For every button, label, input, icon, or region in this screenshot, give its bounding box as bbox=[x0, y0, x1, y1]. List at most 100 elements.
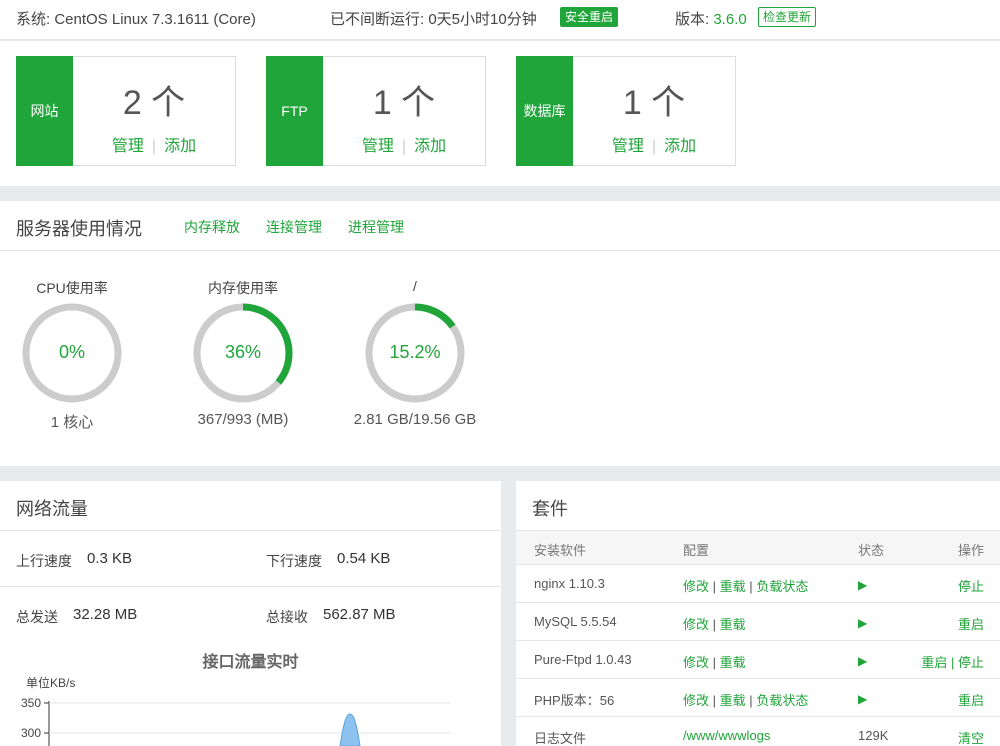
divider: | bbox=[712, 617, 717, 632]
log-path-link[interactable]: /www/wwwlogs bbox=[683, 728, 770, 743]
software-title: 套件 bbox=[532, 499, 568, 519]
load-status-link[interactable]: 负载状态 bbox=[756, 579, 808, 594]
modify-link[interactable]: 修改 bbox=[683, 617, 709, 632]
header-action: 操作 bbox=[957, 543, 984, 558]
header-status: 状态 bbox=[858, 543, 885, 558]
cpu-gauge-label: CPU使用率 bbox=[36, 280, 108, 296]
header-config: 配置 bbox=[683, 543, 710, 558]
site-manage-link[interactable]: 管理 bbox=[112, 138, 144, 155]
memory-gauge-label: 内存使用率 bbox=[208, 280, 278, 296]
total-recv-value: 562.87 MB bbox=[323, 606, 396, 623]
speed-row: 上行速度 0.3 KB 下行速度 0.54 KB bbox=[0, 531, 501, 587]
disk-gauge: / 15.2% 2.81 GB/19.56 GB bbox=[345, 278, 485, 428]
running-status-icon: ▶ bbox=[858, 692, 868, 706]
chart-tick-label: 350 bbox=[21, 696, 41, 710]
software-name: Pure-Ftpd 1.0.43 bbox=[534, 652, 632, 667]
server-usage-panel: 服务器使用情况 内存释放 连接管理 进程管理 CPU使用率 0% 1 核心 内存… bbox=[0, 201, 1000, 466]
divider: | bbox=[651, 138, 657, 155]
memory-gauge-value: 36% bbox=[224, 342, 262, 362]
table-row: PHP版本：56 修改 | 重载 | 负载状态 ▶ 重启 bbox=[516, 678, 1000, 716]
traffic-chart-title: 接口流量实时 bbox=[202, 654, 299, 671]
chart-tick-label: 300 bbox=[21, 726, 41, 740]
config-links: 修改 | 重载 | 负载状态 bbox=[683, 690, 808, 709]
memory-gauge: 内存使用率 36% 367/993 (MB) bbox=[173, 278, 313, 428]
divider: | bbox=[749, 693, 753, 708]
reload-link[interactable]: 重载 bbox=[720, 693, 746, 708]
software-name: 日志文件 bbox=[534, 731, 587, 746]
upload-speed-value: 0.3 KB bbox=[87, 550, 133, 567]
software-name: PHP版本：56 bbox=[534, 693, 615, 708]
check-update-button[interactable]: 检查更新 bbox=[758, 7, 817, 27]
config-links: 修改 | 重载 bbox=[683, 614, 746, 633]
restart-stop-links[interactable]: 重启 | 停止 bbox=[921, 652, 984, 671]
table-row: MySQL 5.5.54 修改 | 重载 ▶ 重启 bbox=[516, 602, 1000, 640]
stop-link[interactable]: 停止 bbox=[958, 576, 984, 595]
reload-link[interactable]: 重载 bbox=[720, 655, 746, 670]
memory-release-link[interactable]: 内存释放 bbox=[184, 217, 240, 237]
upload-speed-label: 上行速度 bbox=[16, 553, 72, 569]
system-info: 系统: CentOS Linux 7.3.1611 (Core) bbox=[16, 11, 256, 28]
restart-link[interactable]: 重启 bbox=[958, 690, 984, 709]
database-manage-link[interactable]: 管理 bbox=[612, 138, 644, 155]
server-usage-header: 服务器使用情况 内存释放 连接管理 进程管理 bbox=[0, 201, 1000, 251]
table-row: nginx 1.10.3 修改 | 重载 | 负载状态 ▶ 停止 bbox=[516, 564, 1000, 602]
ftp-add-link[interactable]: 添加 bbox=[414, 138, 446, 155]
chart-unit-label: 单位KB/s bbox=[26, 675, 75, 690]
software-panel: 套件 安装软件 配置 状态 操作 nginx 1.10.3 修改 | 重载 | … bbox=[516, 481, 1000, 746]
cpu-gauge-value: 0% bbox=[58, 342, 85, 362]
version-info: 版本: 3.6.0 bbox=[675, 8, 747, 29]
ftp-stat-card: FTP 1 个 管理 | 添加 bbox=[266, 56, 486, 166]
modify-link[interactable]: 修改 bbox=[683, 655, 709, 670]
software-header: 套件 bbox=[516, 481, 1000, 531]
software-name: MySQL 5.5.54 bbox=[534, 614, 617, 629]
network-panel: 网络流量 上行速度 0.3 KB 下行速度 0.54 KB 总发送 32.28 … bbox=[0, 481, 501, 746]
safe-restart-button[interactable]: 安全重启 bbox=[560, 7, 619, 27]
log-size: 129K bbox=[858, 728, 889, 743]
network-title: 网络流量 bbox=[16, 499, 88, 519]
running-status-icon: ▶ bbox=[858, 578, 868, 592]
divider: | bbox=[151, 138, 157, 155]
running-status-icon: ▶ bbox=[858, 616, 868, 630]
software-table: 安装软件 配置 状态 操作 nginx 1.10.3 修改 | 重载 | 负载状… bbox=[516, 530, 1000, 746]
version-label: 版本: bbox=[675, 11, 710, 28]
ftp-manage-link[interactable]: 管理 bbox=[362, 138, 394, 155]
database-stat-tag: 数据库 bbox=[516, 56, 573, 166]
table-row: 日志文件 /www/wwwlogs 129K 清空 bbox=[516, 716, 1000, 746]
cpu-core-count: 1 核心 bbox=[50, 414, 94, 431]
traffic-chart: 单位KB/s 350 300 bbox=[21, 675, 450, 746]
database-stat-card: 数据库 1 个 管理 | 添加 bbox=[516, 56, 736, 166]
divider: | bbox=[401, 138, 407, 155]
database-count: 1 个 bbox=[622, 84, 686, 122]
memory-usage-detail: 367/993 (MB) bbox=[197, 411, 289, 428]
table-header-row: 安装软件 配置 状态 操作 bbox=[516, 530, 1000, 564]
software-name: nginx 1.10.3 bbox=[534, 576, 605, 591]
top-bar: 系统: CentOS Linux 7.3.1611 (Core) 已不间断运行:… bbox=[0, 0, 1000, 40]
stats-panel: 网站 2 个 管理 | 添加 FTP 1 个 管理 | 添加 数据库 1 个 管理 | 添加 bbox=[0, 41, 1000, 186]
config-links: 修改 | 重载 bbox=[683, 652, 746, 671]
network-header: 网络流量 bbox=[0, 481, 501, 531]
process-manage-link[interactable]: 进程管理 bbox=[348, 217, 404, 237]
running-status-icon: ▶ bbox=[858, 654, 868, 668]
divider: | bbox=[712, 693, 717, 708]
load-status-link[interactable]: 负载状态 bbox=[756, 693, 808, 708]
total-sent-label: 总发送 bbox=[16, 609, 58, 625]
clear-log-link[interactable]: 清空 bbox=[958, 728, 984, 746]
version-value: 3.6.0 bbox=[713, 11, 747, 28]
site-count: 2 个 bbox=[122, 84, 186, 122]
restart-link[interactable]: 重启 bbox=[958, 614, 984, 633]
total-recv-label: 总接收 bbox=[266, 609, 308, 625]
uptime-info: 已不间断运行: 0天5小时10分钟 bbox=[330, 11, 537, 28]
table-row: Pure-Ftpd 1.0.43 修改 | 重载 ▶ 重启 | 停止 bbox=[516, 640, 1000, 678]
reload-link[interactable]: 重载 bbox=[720, 617, 746, 632]
reload-link[interactable]: 重载 bbox=[720, 579, 746, 594]
modify-link[interactable]: 修改 bbox=[683, 693, 709, 708]
divider: | bbox=[712, 655, 717, 670]
disk-gauge-value: 15.2% bbox=[389, 342, 441, 362]
modify-link[interactable]: 修改 bbox=[683, 579, 709, 594]
database-add-link[interactable]: 添加 bbox=[664, 138, 696, 155]
divider: | bbox=[712, 579, 717, 594]
total-sent-value: 32.28 MB bbox=[73, 606, 138, 623]
ftp-count: 1 个 bbox=[372, 84, 436, 122]
connection-manage-link[interactable]: 连接管理 bbox=[266, 217, 322, 237]
site-add-link[interactable]: 添加 bbox=[164, 138, 196, 155]
